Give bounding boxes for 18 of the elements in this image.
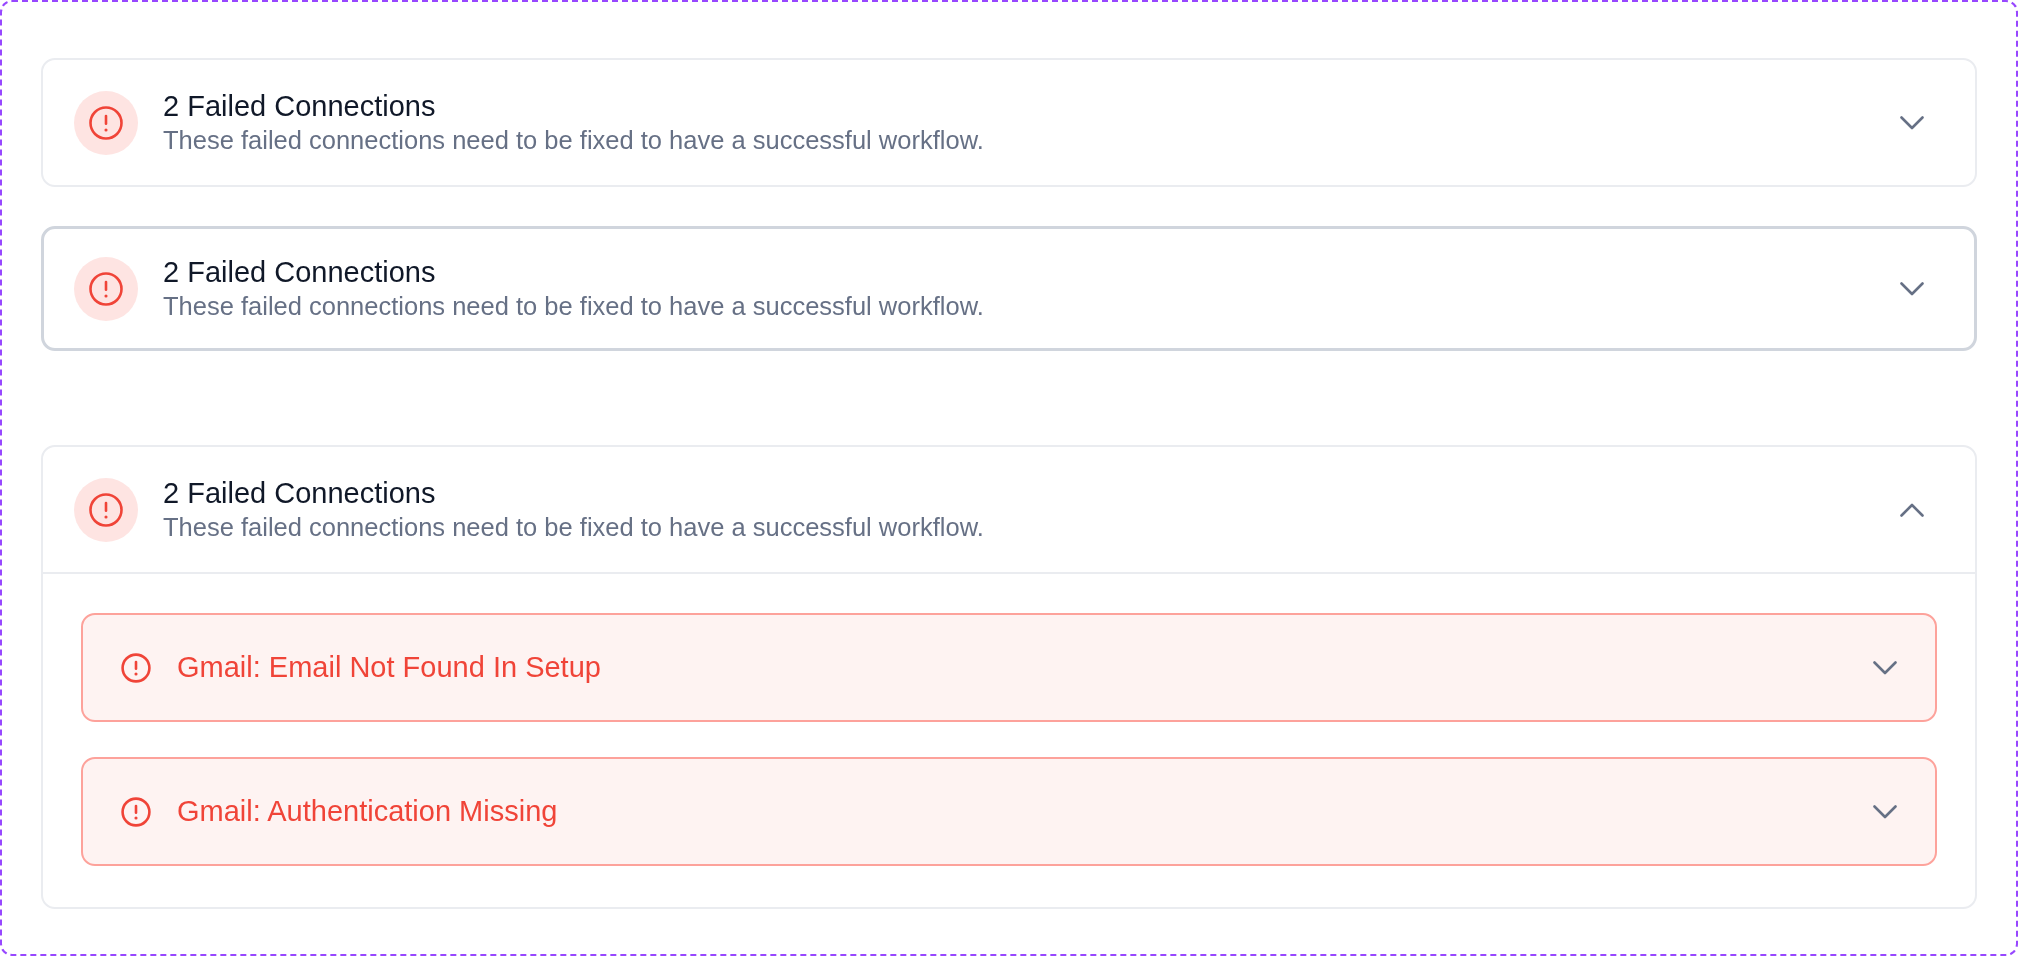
chevron-down-icon[interactable] — [1900, 281, 1924, 296]
chevron-down-icon[interactable] — [1873, 660, 1897, 675]
chevron-up-icon[interactable] — [1900, 502, 1924, 517]
alert-icon — [74, 477, 138, 542]
accordion-title: 2 Failed Connections — [163, 89, 437, 124]
accordion-title: 2 Failed Connections — [163, 255, 437, 290]
alert-icon — [121, 796, 151, 827]
alert-icon — [74, 90, 138, 155]
accordion-description: These failed connections need to be fixed to have a successful workflow. — [163, 125, 984, 156]
alert-icon — [121, 652, 151, 683]
accordion-description: These failed connections need to be fixed to have a successful workflow. — [163, 291, 984, 322]
error-accordion-item[interactable]: Gmail: Email Not Found In Setup — [81, 613, 1937, 722]
error-accordion-item[interactable]: Gmail: Authentication Missing — [81, 757, 1937, 866]
accordion-title: 2 Failed Connections — [163, 476, 437, 511]
chevron-down-icon[interactable] — [1900, 115, 1924, 130]
accordion-description: These failed connections need to be fixed to have a successful workflow. — [163, 512, 984, 543]
chevron-down-icon[interactable] — [1873, 804, 1897, 819]
alert-icon — [74, 256, 138, 321]
